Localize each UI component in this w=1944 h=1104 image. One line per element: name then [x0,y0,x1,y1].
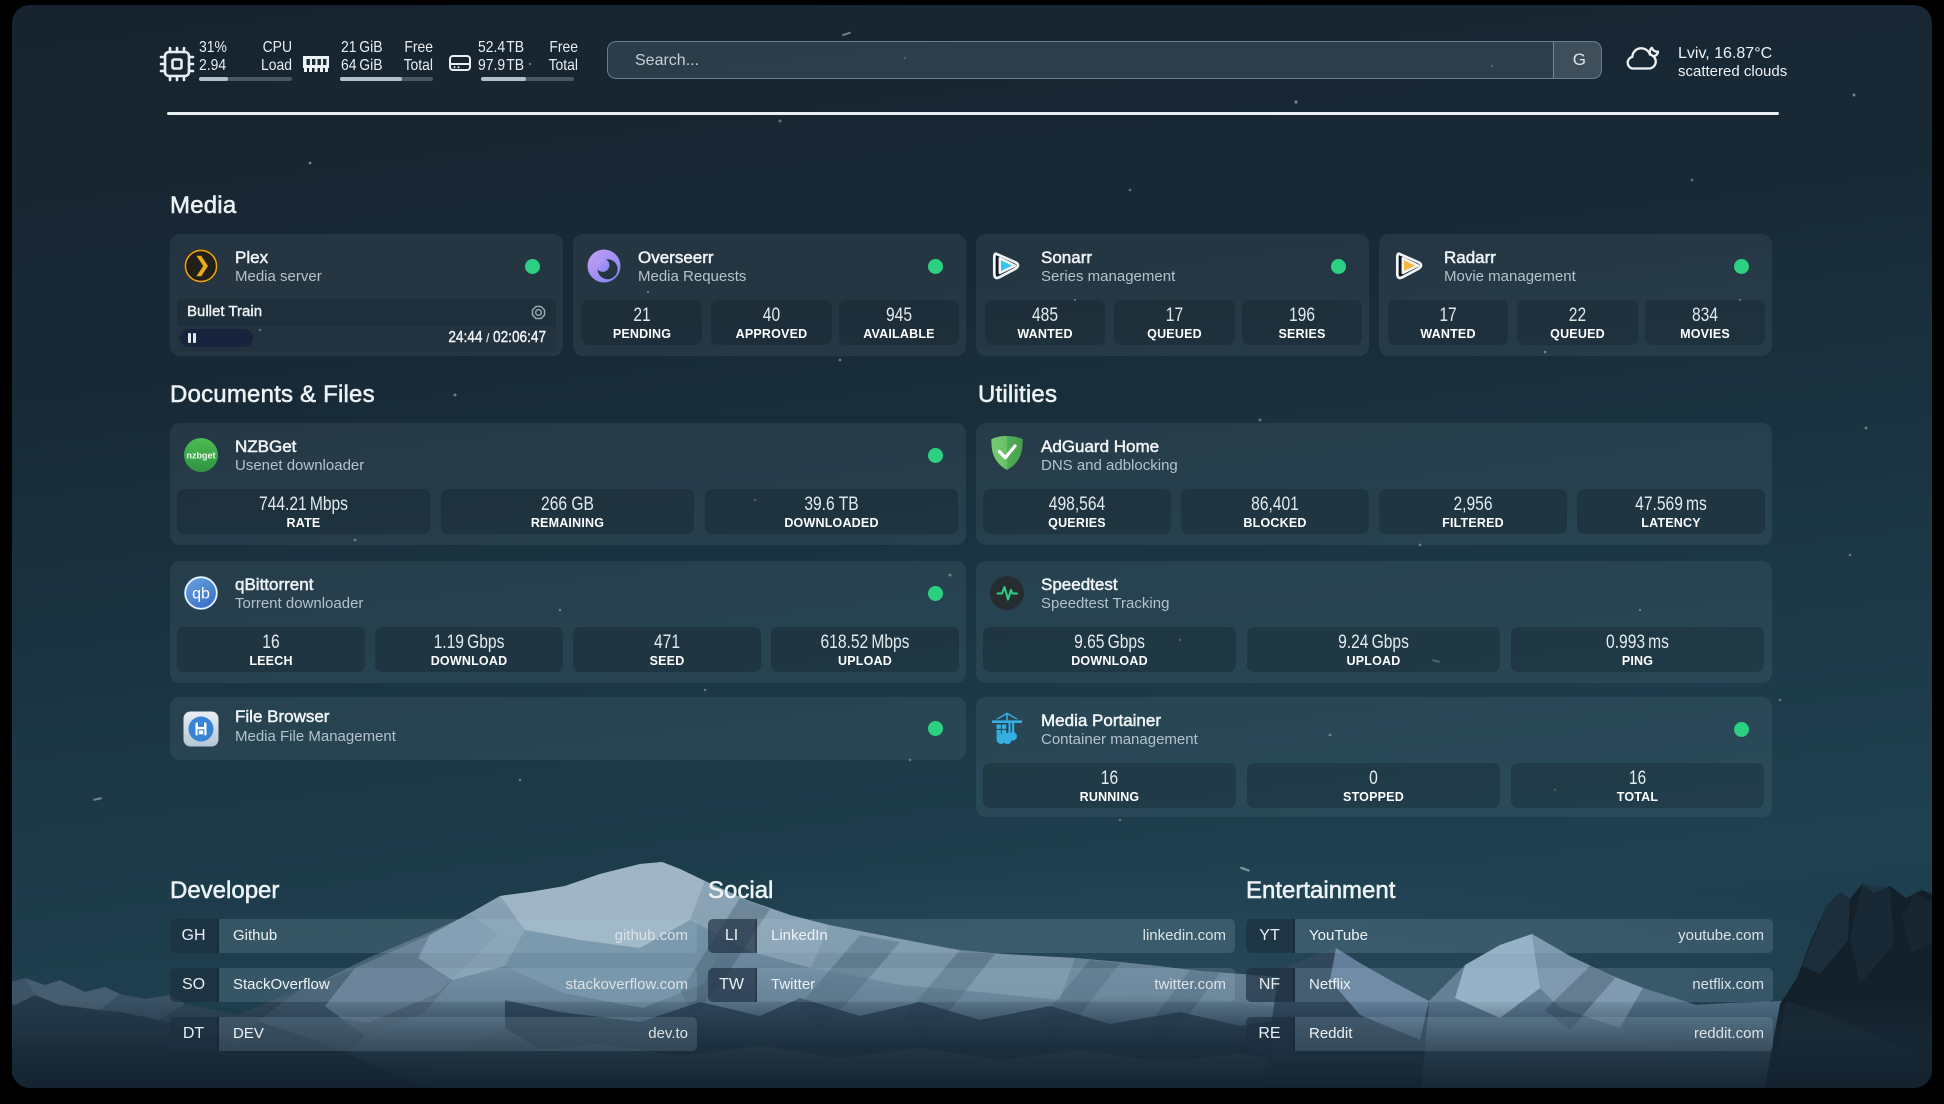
svg-text:nzbget: nzbget [187,451,216,461]
svg-text:qb: qb [192,586,210,603]
